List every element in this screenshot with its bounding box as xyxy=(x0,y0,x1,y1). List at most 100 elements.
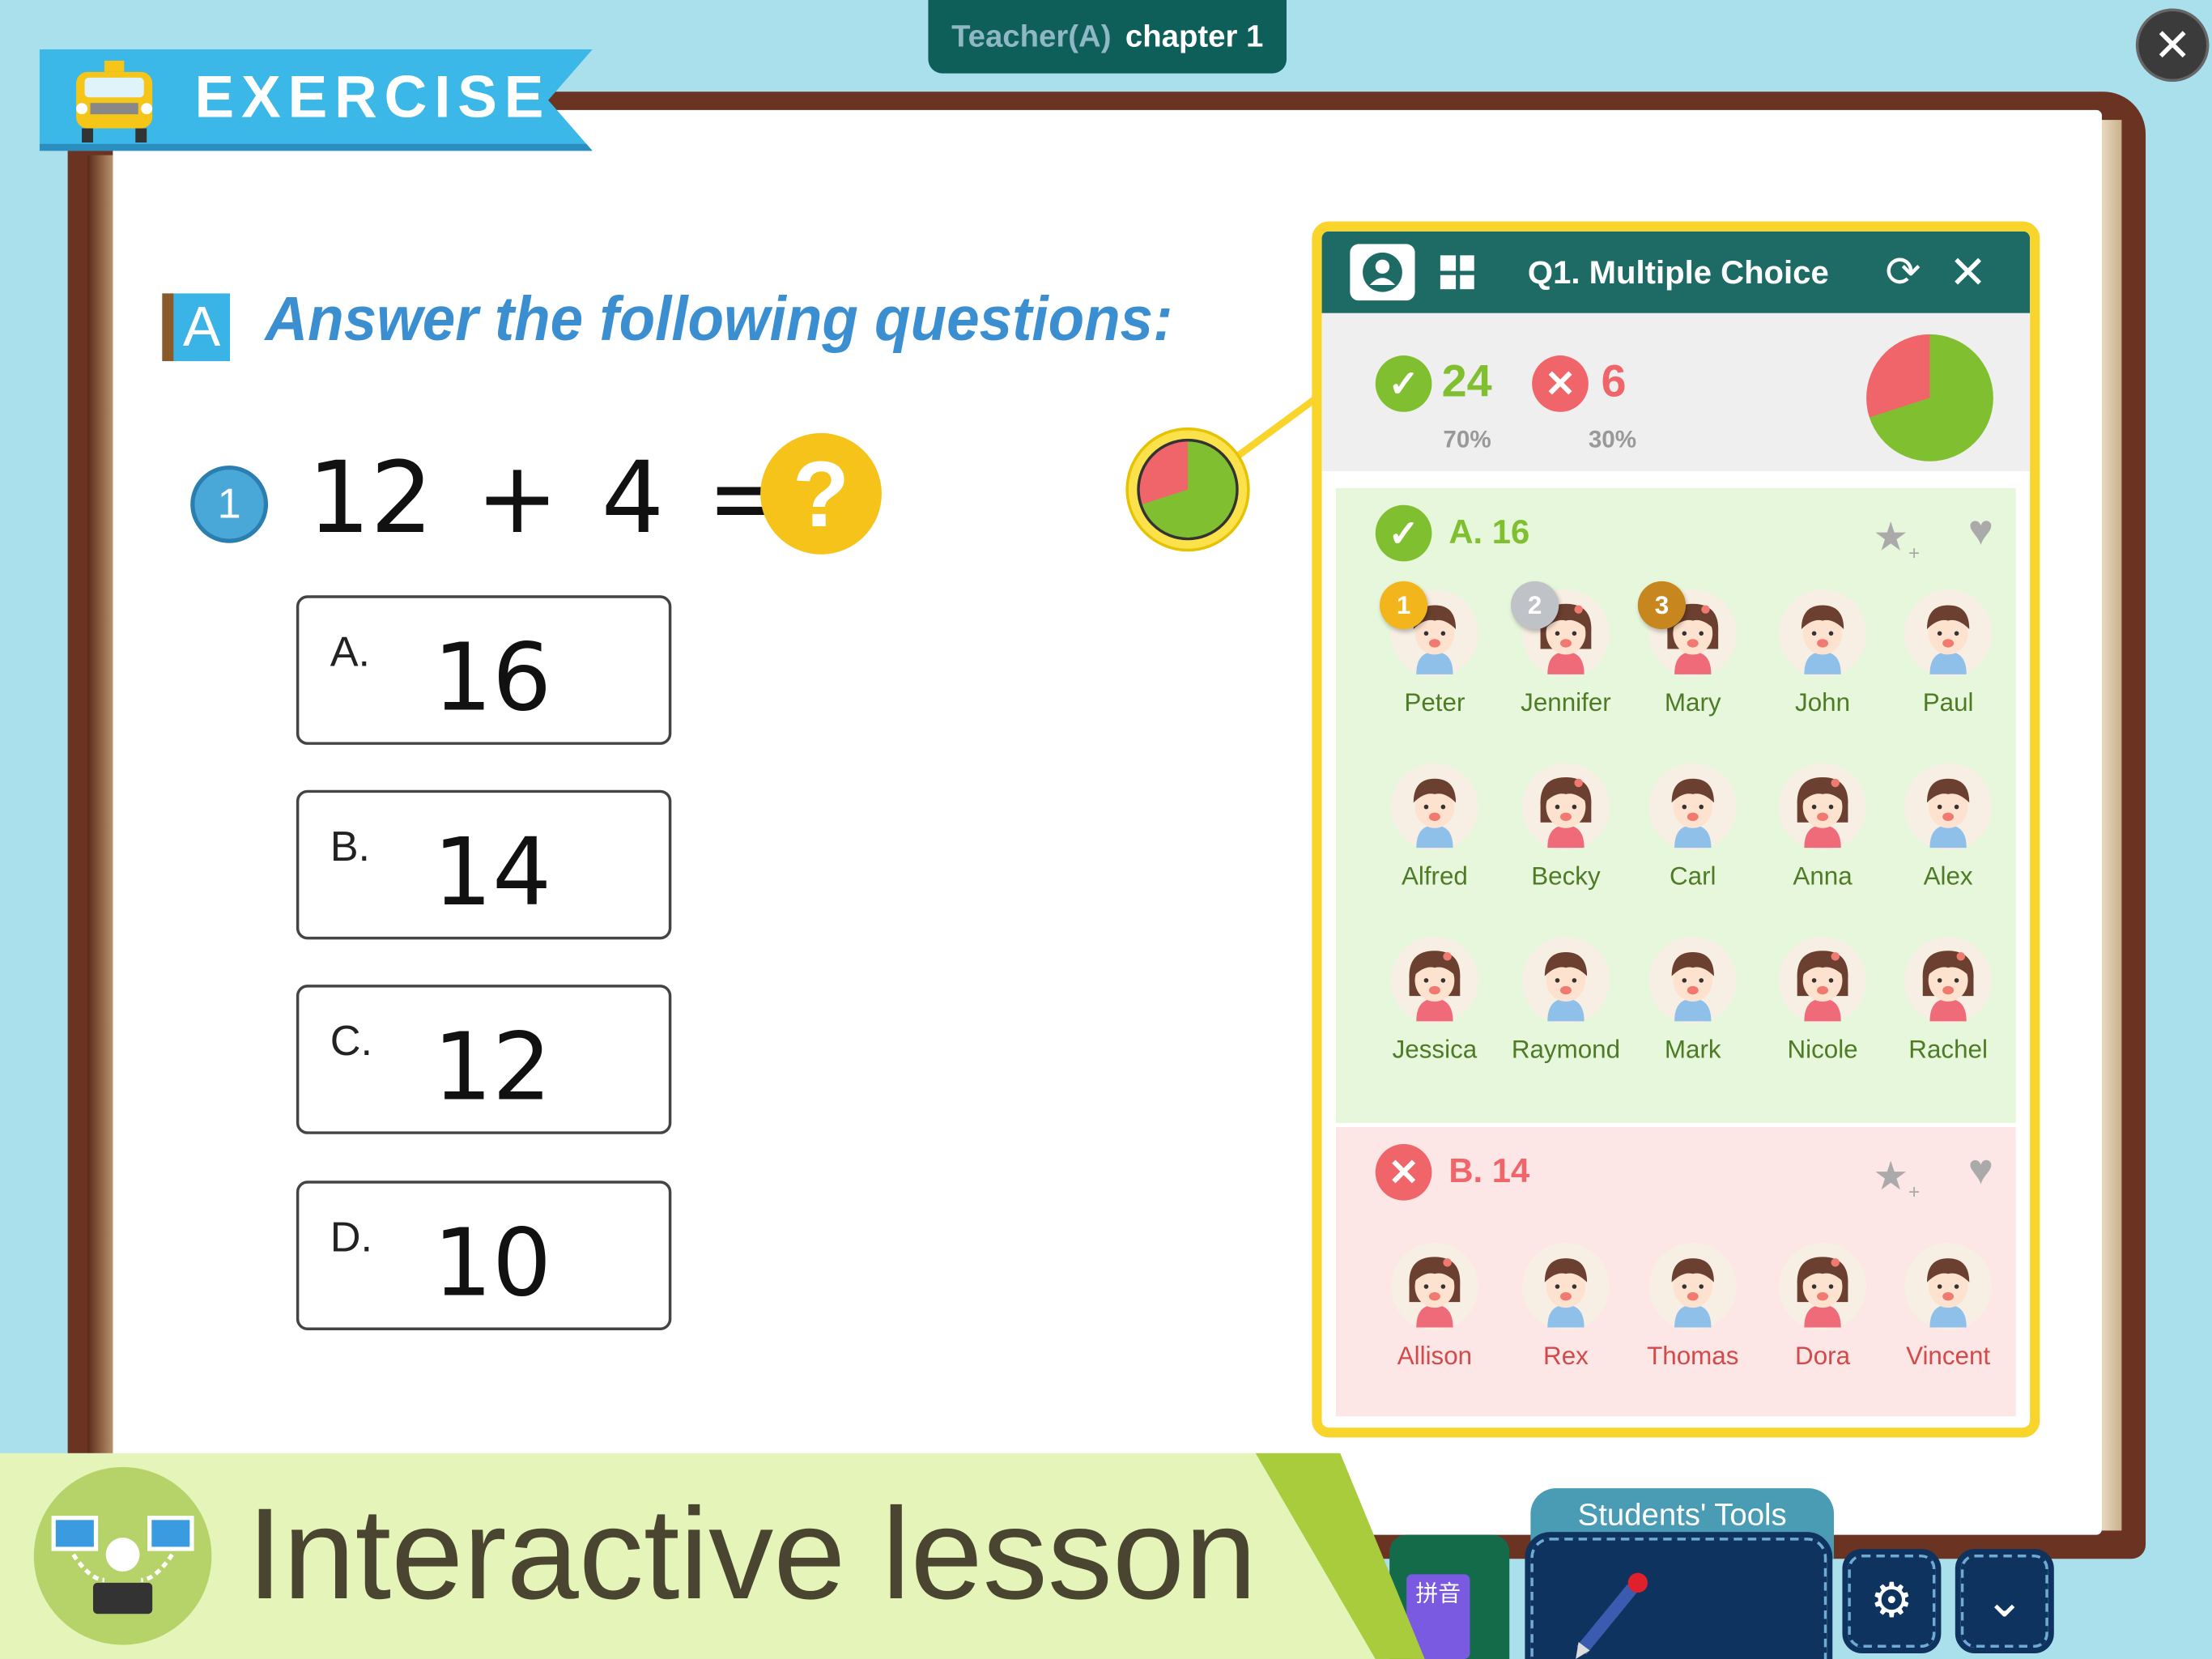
heart-icon[interactable]: ♥ xyxy=(1968,508,1993,555)
girl-avatar-icon xyxy=(1779,1242,1867,1330)
check-icon: ✓ xyxy=(1375,355,1432,412)
settings-gear-icon[interactable]: ⚙ xyxy=(1842,1549,1942,1653)
medal-2-icon: 2 xyxy=(1511,581,1559,630)
student-name: Jessica xyxy=(1392,1035,1478,1064)
mini-pie-chart xyxy=(1137,438,1239,541)
boy-avatar-icon xyxy=(1648,763,1737,851)
panel-header: Q1. Multiple Choice ⟳ ✕ xyxy=(1321,231,2031,313)
option-label: A. xyxy=(330,629,371,676)
wrong-answer-group: ✕ B. 14 ★+ ♥ Allison Rex Thomas Dora Vinc… xyxy=(1335,1127,2016,1417)
student-name: Raymond xyxy=(1511,1035,1621,1064)
boy-avatar-icon xyxy=(1390,763,1478,851)
results-panel: Q1. Multiple Choice ⟳ ✕ ✓ 24 70% ✕ 6 30%… xyxy=(1312,221,2040,1438)
student-name: Vincent xyxy=(1906,1341,1991,1370)
girl-avatar-icon xyxy=(1390,936,1478,1024)
refresh-icon[interactable]: ⟳ xyxy=(1885,248,1921,297)
grid-icon[interactable] xyxy=(1440,255,1474,290)
question-number: 1 xyxy=(190,465,269,543)
student-alfred[interactable]: Alfred xyxy=(1372,763,1499,892)
student-name: Peter xyxy=(1404,688,1465,717)
option-value: 10 xyxy=(432,1209,552,1318)
student-rachel[interactable]: Rachel xyxy=(1885,936,2012,1066)
cross-icon: ✕ xyxy=(1375,1144,1432,1201)
lesson-screen: Teacher(A) chapter 1 ✕ EXERCISE A Answer… xyxy=(0,0,2212,1659)
students-tools-tray xyxy=(1525,1532,1833,1659)
student-peter[interactable]: Peter 1 xyxy=(1372,581,1499,718)
close-icon[interactable]: ✕ xyxy=(2135,8,2210,83)
student-dora[interactable]: Dora xyxy=(1759,1242,1887,1372)
option-value: 14 xyxy=(432,818,552,927)
question-mark-icon: ? xyxy=(760,432,882,555)
student-nicole[interactable]: Nicole xyxy=(1759,936,1887,1066)
chapter-tab[interactable]: Teacher(A) chapter 1 xyxy=(928,0,1287,74)
exercise-heading: Answer the following questions: xyxy=(265,284,1173,355)
user-icon xyxy=(1363,252,1402,292)
option-value: 16 xyxy=(432,623,552,733)
boy-avatar-icon xyxy=(1904,1242,1993,1330)
student-name: Carl xyxy=(1669,861,1716,891)
option-d[interactable]: D. 10 xyxy=(296,1180,672,1330)
student-rex[interactable]: Rex xyxy=(1503,1242,1630,1372)
student-anna[interactable]: Anna xyxy=(1759,763,1887,892)
option-value: 12 xyxy=(432,1012,552,1122)
boy-avatar-icon xyxy=(1648,1242,1737,1330)
student-allison[interactable]: Allison xyxy=(1372,1242,1499,1372)
student-name: Mark xyxy=(1664,1035,1721,1064)
section-badge: A xyxy=(162,293,230,362)
student-thomas[interactable]: Thomas xyxy=(1629,1242,1756,1372)
student-becky[interactable]: Becky xyxy=(1503,763,1630,892)
student-name: Alfred xyxy=(1401,861,1468,891)
option-label: D. xyxy=(330,1214,372,1261)
page-edge xyxy=(2102,120,2122,1531)
option-a[interactable]: A. 16 xyxy=(296,595,672,745)
results-pie-chart xyxy=(1866,334,1993,462)
interactive-lesson-icon xyxy=(33,1466,212,1645)
boy-avatar-icon xyxy=(1648,936,1737,1024)
wrong-percent: 30% xyxy=(1588,426,1637,453)
student-mary[interactable]: Mary 3 xyxy=(1629,581,1756,718)
student-jennifer[interactable]: Jennifer 2 xyxy=(1503,581,1630,718)
student-raymond[interactable]: Raymond xyxy=(1503,936,1630,1066)
banner-label: EXERCISE xyxy=(194,63,551,130)
student-mark[interactable]: Mark xyxy=(1629,936,1756,1066)
correct-answer-group: ✓ A. 16 ★+ ♥ Peter 1 Jennifer 2 Mary 3 John … xyxy=(1335,487,2016,1123)
student-carl[interactable]: Carl xyxy=(1629,763,1756,892)
boy-avatar-icon xyxy=(1521,936,1610,1024)
footer-title: Interactive lesson xyxy=(246,1482,1257,1627)
answer-label: A. 16 xyxy=(1448,513,1530,552)
close-icon[interactable]: ✕ xyxy=(1949,245,1987,299)
chevron-down-icon[interactable]: ⌄ xyxy=(1955,1549,2054,1653)
girl-avatar-icon xyxy=(1779,936,1867,1024)
chapter-label: chapter 1 xyxy=(1125,18,1264,54)
student-paul[interactable]: Paul xyxy=(1885,589,2012,718)
student-view-button[interactable] xyxy=(1350,244,1415,301)
medal-3-icon: 3 xyxy=(1637,581,1687,630)
student-vincent[interactable]: Vincent xyxy=(1885,1242,2012,1372)
student-name: Becky xyxy=(1531,861,1601,891)
girl-avatar-icon xyxy=(1904,936,1993,1024)
book-spine xyxy=(87,155,113,1524)
option-c[interactable]: C. 12 xyxy=(296,985,672,1134)
option-b[interactable]: B. 14 xyxy=(296,789,672,940)
student-alex[interactable]: Alex xyxy=(1885,763,2012,892)
result-pie-button[interactable] xyxy=(1125,427,1250,552)
student-name: Nicole xyxy=(1787,1035,1858,1064)
correct-percent: 70% xyxy=(1443,426,1491,453)
student-name: Rex xyxy=(1543,1341,1589,1370)
pen-icon[interactable] xyxy=(1564,1563,1663,1659)
student-name: Mary xyxy=(1664,688,1721,717)
girl-avatar-icon xyxy=(1521,763,1610,851)
star-plus-icon[interactable]: ★+ xyxy=(1873,1152,1920,1202)
check-icon: ✓ xyxy=(1375,504,1432,562)
taxi-icon xyxy=(76,60,153,143)
boy-avatar-icon xyxy=(1521,1242,1610,1330)
star-plus-icon[interactable]: ★+ xyxy=(1873,513,1920,564)
student-john[interactable]: John xyxy=(1759,589,1887,718)
heart-icon[interactable]: ♥ xyxy=(1968,1146,1993,1194)
correct-count: 24 xyxy=(1441,355,1492,406)
option-label: B. xyxy=(330,823,371,870)
student-jessica[interactable]: Jessica xyxy=(1372,936,1499,1066)
option-label: C. xyxy=(330,1018,372,1066)
girl-avatar-icon xyxy=(1390,1242,1478,1330)
boy-avatar-icon xyxy=(1779,589,1867,678)
